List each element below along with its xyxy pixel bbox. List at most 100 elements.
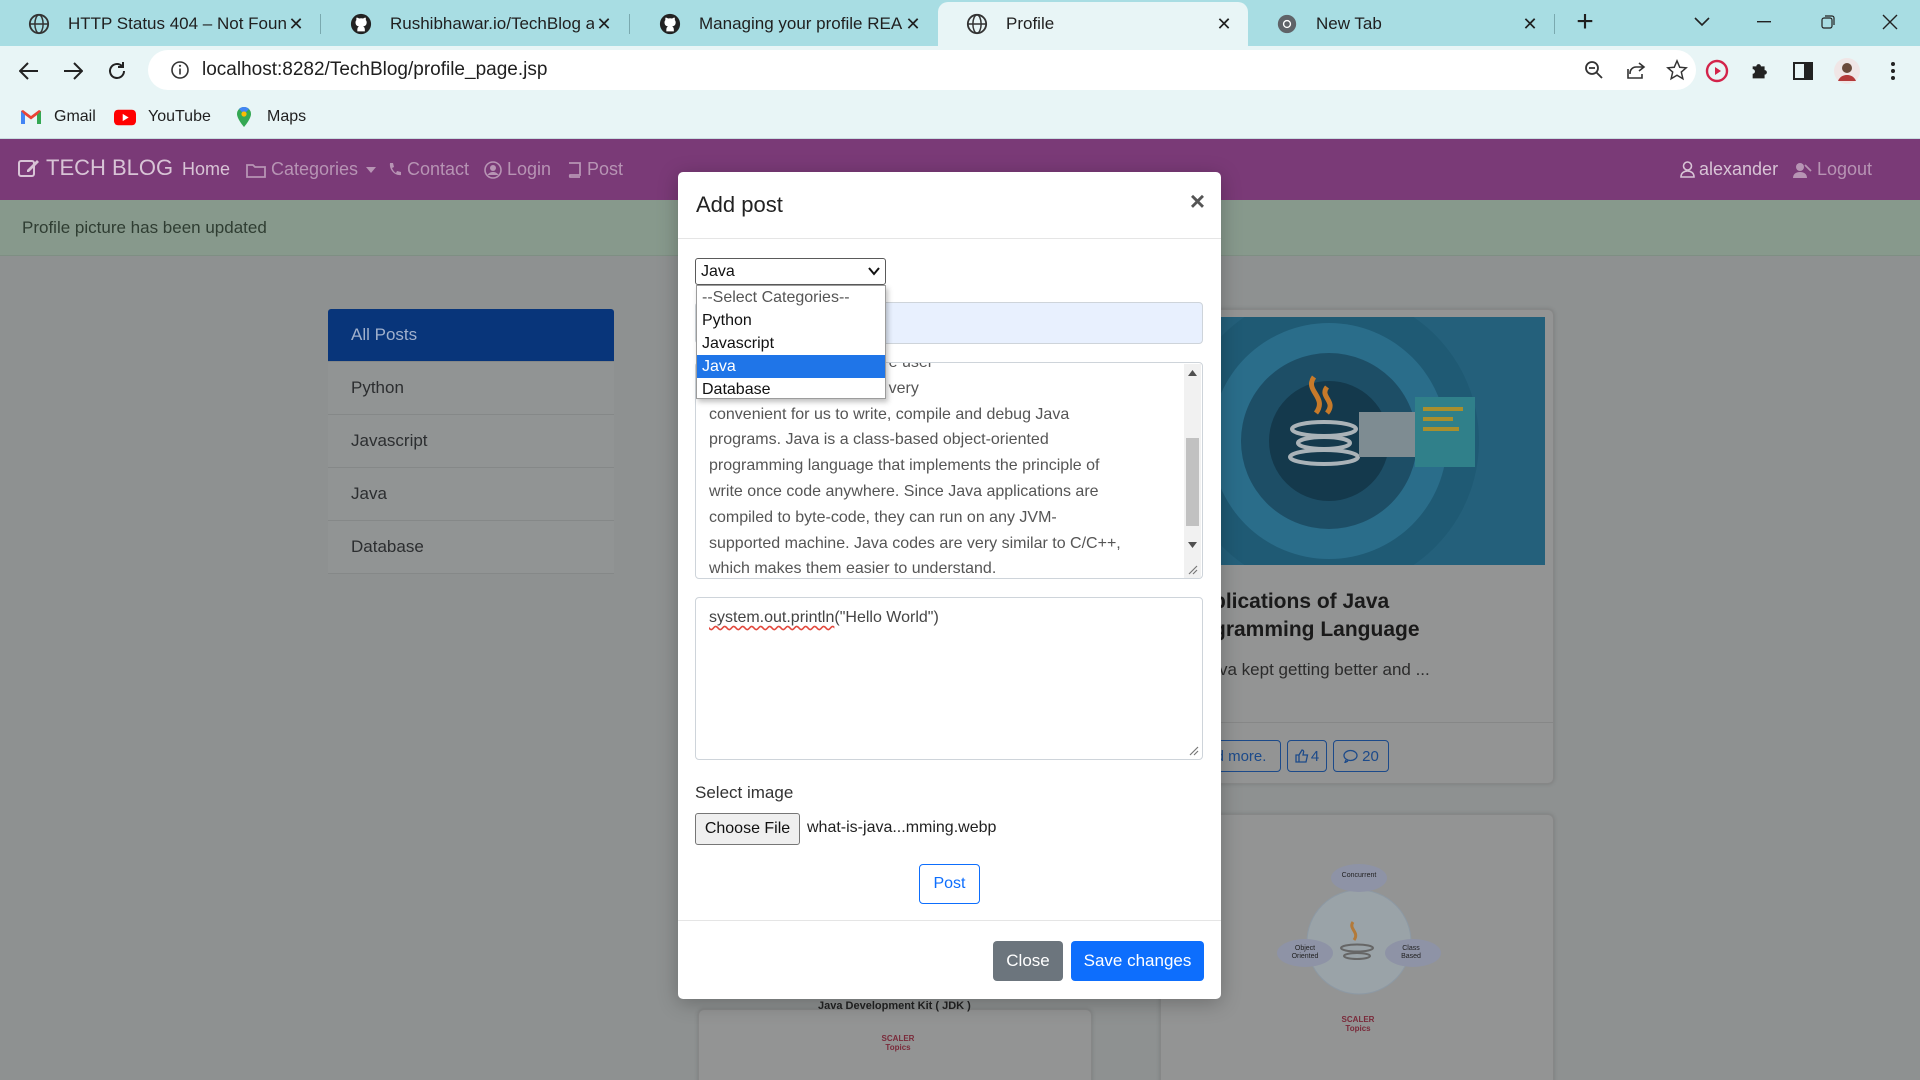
nav-contact[interactable]: Contact <box>388 159 469 180</box>
extension-record-button[interactable] <box>1700 54 1734 88</box>
tab-label: Profile <box>1006 14 1055 33</box>
scroll-up-icon[interactable] <box>1188 370 1197 376</box>
phone-icon <box>389 162 401 175</box>
bookmark-label: Gmail <box>54 108 96 125</box>
bookmark-label: Maps <box>267 108 307 125</box>
forward-button[interactable] <box>56 54 90 88</box>
extensions-button[interactable] <box>1743 54 1777 88</box>
category-javascript[interactable]: Javascript <box>328 415 614 468</box>
bookmark-gmail[interactable]: Gmail <box>20 103 96 131</box>
category-option-python[interactable]: Python <box>697 309 885 332</box>
zoom-icon[interactable] <box>1584 60 1604 80</box>
info-icon[interactable] <box>170 60 190 80</box>
github-icon <box>659 13 681 35</box>
category-all-posts[interactable]: All Posts <box>328 309 614 362</box>
tab-separator <box>320 14 321 34</box>
category-option-placeholder[interactable]: --Select Categories-- <box>697 286 885 309</box>
tab-http-404[interactable]: HTTP Status 404 – Not Found ✕ <box>0 2 320 46</box>
back-button[interactable] <box>12 54 46 88</box>
post-image-java <box>1219 317 1545 565</box>
category-java[interactable]: Java <box>328 468 614 521</box>
address-bar[interactable]: localhost:8282/TechBlog/profile_page.jsp <box>148 50 1696 90</box>
nav-user[interactable]: alexander <box>1680 159 1778 180</box>
category-database[interactable]: Database <box>328 521 614 574</box>
tab-close-icon[interactable]: ✕ <box>1520 14 1540 35</box>
user-slash-icon <box>1793 162 1812 178</box>
tab-search-button[interactable] <box>1682 6 1722 38</box>
resize-handle-icon[interactable] <box>1187 564 1198 575</box>
tab-new-tab[interactable]: New Tab ✕ <box>1248 2 1554 46</box>
modal-footer-divider <box>678 920 1221 921</box>
tab-profile-readme[interactable]: Managing your profile READM ✕ <box>631 2 937 46</box>
github-icon <box>350 13 372 35</box>
bookmark-youtube[interactable]: YouTube <box>114 103 211 131</box>
tab-profile[interactable]: Profile ✕ <box>938 2 1248 46</box>
tab-close-icon[interactable]: ✕ <box>903 14 923 35</box>
modal-close-icon[interactable]: × <box>1190 186 1205 217</box>
add-post-modal: Add post × Java ...ms easy and much more… <box>678 172 1221 999</box>
book-icon <box>568 161 581 178</box>
tab-close-icon[interactable]: ✕ <box>594 14 614 35</box>
diagram-node-class-based: Class Based <box>1401 945 1421 960</box>
post-submit-button[interactable]: Post <box>919 864 980 904</box>
reload-button[interactable] <box>100 54 134 88</box>
scroll-down-icon[interactable] <box>1188 542 1197 548</box>
close-window-button[interactable] <box>1870 6 1910 38</box>
category-list: All Posts Python Javascript Java Databas… <box>328 309 614 574</box>
side-panel-button[interactable] <box>1786 54 1820 88</box>
nav-post[interactable]: Post <box>566 159 623 180</box>
bookmark-maps[interactable]: Maps <box>233 103 306 131</box>
brand-link[interactable]: TECH BLOG <box>18 155 173 181</box>
gmail-icon <box>21 110 41 124</box>
tab-close-icon[interactable]: ✕ <box>286 14 306 35</box>
new-tab-button[interactable]: + <box>1565 5 1605 38</box>
chrome-icon <box>1277 14 1297 34</box>
tab-techblog-github[interactable]: Rushibhawar.io/TechBlog at m ✕ <box>322 2 628 46</box>
globe-icon <box>966 13 988 35</box>
comment-icon <box>1343 749 1358 763</box>
scaler-logo: SCALER Topics <box>1341 1015 1375 1033</box>
tab-separator <box>629 14 630 34</box>
nav-categories[interactable]: Categories <box>246 159 377 180</box>
arrow-left-icon <box>19 62 38 80</box>
url-text: localhost:8282/TechBlog/profile_page.jsp <box>202 59 548 80</box>
side-panel-icon <box>1793 62 1813 80</box>
like-button[interactable]: 4 <box>1287 740 1327 772</box>
post-card-title: plications of Java gramming Language <box>1213 590 1420 641</box>
jdk-caption: Java Development Kit ( JDK ) <box>818 1000 971 1012</box>
restore-icon <box>1821 15 1835 29</box>
maps-icon <box>237 106 251 127</box>
resize-handle-icon[interactable] <box>1188 745 1199 756</box>
minimize-button[interactable] <box>1744 6 1784 38</box>
category-option-java[interactable]: Java <box>697 355 885 378</box>
nav-home[interactable]: Home <box>182 159 230 180</box>
profile-avatar-button[interactable] <box>1830 54 1864 88</box>
globe-icon <box>28 13 50 35</box>
category-select[interactable]: Java <box>695 258 886 285</box>
close-button[interactable]: Close <box>993 941 1063 981</box>
browser-menu-button[interactable] <box>1876 54 1910 88</box>
user-icon <box>1680 161 1695 178</box>
post-card-excerpt: va kept getting better and ... <box>1219 660 1430 679</box>
comment-button[interactable]: 20 <box>1333 740 1389 772</box>
record-icon <box>1705 59 1729 83</box>
category-python[interactable]: Python <box>328 362 614 415</box>
star-icon[interactable] <box>1666 59 1688 81</box>
category-option-database[interactable]: Database <box>697 378 885 401</box>
share-icon[interactable] <box>1626 60 1646 80</box>
category-option-javascript[interactable]: Javascript <box>697 332 885 355</box>
restore-button[interactable] <box>1808 6 1848 38</box>
alert-text: Profile picture has been updated <box>22 218 267 237</box>
nav-logout[interactable]: Logout <box>1792 159 1872 180</box>
save-changes-button[interactable]: Save changes <box>1071 941 1204 981</box>
nav-login[interactable]: Login <box>484 159 551 180</box>
scrollbar-thumb[interactable] <box>1186 438 1199 526</box>
content-scrollbar[interactable] <box>1184 364 1201 578</box>
post-code-textarea[interactable]: system.out.println("Hello World") <box>695 597 1203 760</box>
chevron-down-icon <box>1694 17 1710 27</box>
tab-close-icon[interactable]: ✕ <box>1214 14 1234 35</box>
choose-file-button[interactable]: Choose File <box>695 813 800 845</box>
category-dropdown-list: --Select Categories-- Python Javascript … <box>696 285 886 399</box>
tab-label: Rushibhawar.io/TechBlog at m <box>390 14 594 33</box>
java-illustration-icon <box>1219 317 1545 565</box>
